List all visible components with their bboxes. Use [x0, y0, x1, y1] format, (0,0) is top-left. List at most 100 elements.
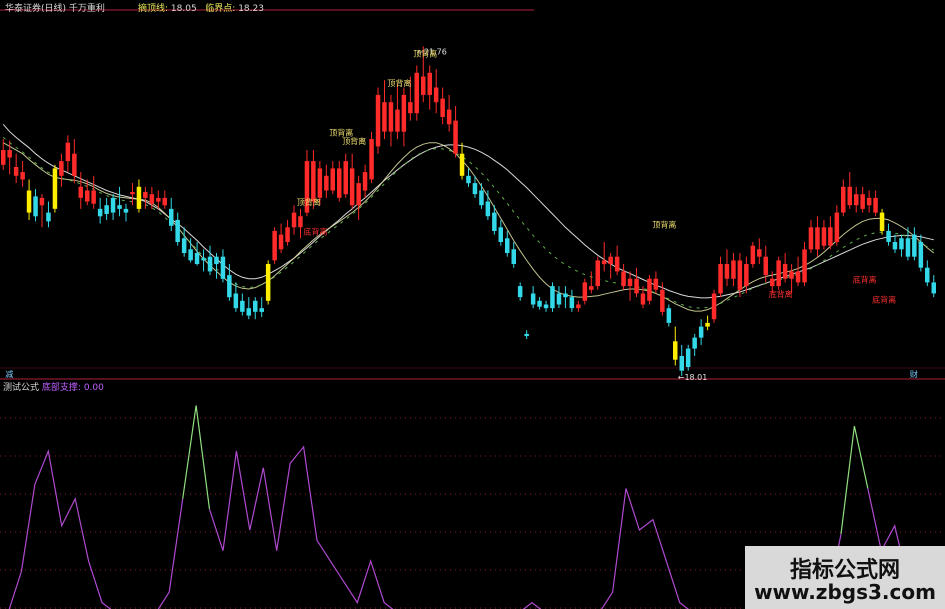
candle-body — [556, 293, 562, 305]
low-price-label: ←18.01 — [678, 373, 708, 382]
divergence-label: 底背离 — [303, 227, 327, 237]
candle-body — [291, 212, 297, 228]
candle-body — [485, 201, 491, 217]
candle-body — [59, 161, 64, 176]
line2-value: 18.23 — [238, 4, 264, 14]
site-watermark: 指标公式网 www.zbgs3.com — [745, 546, 945, 609]
candle-body — [408, 102, 413, 114]
candle-body — [854, 194, 859, 206]
candle-body — [601, 260, 607, 265]
candle-body — [149, 194, 155, 204]
candle-body — [156, 197, 161, 202]
oscillator-series-label: 底部支撑: — [41, 383, 81, 393]
candle-body — [72, 153, 77, 176]
candle-body — [117, 205, 122, 209]
candle-body — [143, 192, 148, 198]
candle-body — [582, 282, 588, 301]
oscillator-series-value: 0.00 — [83, 383, 104, 393]
candle-body — [563, 293, 568, 298]
candle-body — [85, 190, 90, 202]
candle-body — [278, 234, 284, 250]
candle-body — [298, 216, 303, 228]
candle-body — [453, 120, 458, 154]
support-dashed-line — [2, 136, 935, 309]
candle-body — [731, 260, 736, 279]
divergence-label: 底背离 — [769, 289, 793, 299]
candle-body — [737, 260, 743, 290]
candle-body — [666, 308, 672, 323]
candle-body — [543, 304, 549, 309]
oscillator-line — [8, 448, 184, 609]
candle-body — [382, 102, 387, 132]
candle-body — [576, 304, 581, 309]
candle-body — [808, 227, 814, 250]
candle-body — [194, 253, 200, 264]
candle-body — [847, 186, 852, 206]
candle-body — [589, 286, 594, 290]
ma-fast-line — [2, 142, 935, 312]
candle-body — [285, 227, 290, 242]
candle-body — [369, 139, 374, 180]
candle-body — [673, 341, 678, 360]
candle-body — [324, 175, 329, 191]
candle-body — [201, 258, 206, 261]
axis-marker: 财 — [910, 369, 918, 379]
candle-body — [718, 264, 723, 294]
candle-body — [899, 238, 904, 250]
axis-marker: 减 — [5, 369, 13, 379]
candle-body — [886, 230, 891, 242]
candle-body — [207, 256, 213, 272]
candle-body — [834, 212, 840, 242]
candle-body — [78, 186, 83, 198]
candle-body — [770, 278, 775, 287]
chart-grid — [0, 9, 945, 609]
oscillator-header: 测试公式 底部支撑: 0.00 — [3, 380, 104, 393]
divergence-label: 顶背离 — [342, 136, 366, 146]
candle-body — [181, 238, 187, 253]
candle-body — [698, 326, 704, 338]
candle-body — [395, 109, 400, 132]
candle-body — [136, 186, 142, 209]
stock-chart: ←21.76←18.01顶背离顶背离顶背离顶背离顶背离底背离顶背离底背离底背离底… — [0, 9, 945, 609]
candle-body — [647, 278, 652, 301]
divergence-label: 底背离 — [872, 294, 896, 304]
candle-body — [104, 205, 109, 214]
candle-body — [65, 142, 71, 162]
candle-body — [802, 249, 807, 283]
candle-body — [330, 168, 335, 191]
candle-body — [912, 234, 917, 257]
candle-body — [26, 190, 32, 213]
candle-body — [750, 245, 756, 265]
candle-body — [97, 208, 103, 217]
ma-slow-line — [2, 123, 934, 299]
candle-body — [317, 168, 323, 198]
candle-body — [530, 293, 536, 305]
candle-body — [517, 286, 523, 298]
candle-body — [931, 282, 936, 294]
candle-body — [692, 337, 697, 349]
candle-body — [175, 219, 180, 242]
candle-body — [343, 161, 348, 195]
candle-body — [472, 183, 478, 195]
candle-body — [246, 308, 251, 316]
line2-key: 临界点: — [205, 4, 236, 14]
divergence-label: 顶背离 — [413, 49, 437, 59]
candle-body — [375, 94, 381, 147]
candle-body — [614, 256, 620, 272]
candlestick-series — [1, 46, 936, 376]
candle-body — [414, 72, 419, 114]
candle-body — [39, 197, 45, 206]
candle-body — [866, 197, 872, 206]
candle-body — [498, 227, 503, 242]
candle-body — [795, 271, 801, 283]
candle-body — [362, 172, 368, 191]
candle-body — [828, 227, 833, 246]
candle-body — [33, 196, 38, 217]
candle-body — [7, 150, 12, 158]
candle-body — [227, 275, 232, 298]
candle-body — [679, 356, 684, 371]
candle-body — [595, 260, 600, 287]
candle-body — [265, 264, 271, 301]
candle-body — [918, 242, 924, 268]
indicator-values: 摘顶线: 18.05 临界点: 18.23 — [138, 1, 264, 14]
